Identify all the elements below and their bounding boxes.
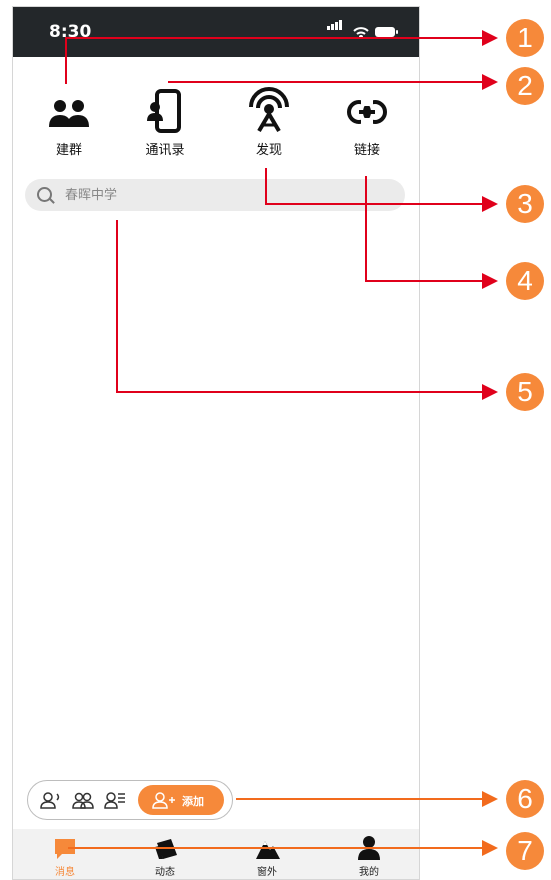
callout-5: 5 xyxy=(506,373,544,411)
callout-3: 3 xyxy=(506,185,544,223)
callout-7: 7 xyxy=(506,832,544,870)
callout-6: 6 xyxy=(506,780,544,818)
callout-4: 4 xyxy=(506,262,544,300)
callout-1: 1 xyxy=(506,19,544,57)
callout-2: 2 xyxy=(506,67,544,105)
annotation-arrows xyxy=(65,30,498,856)
